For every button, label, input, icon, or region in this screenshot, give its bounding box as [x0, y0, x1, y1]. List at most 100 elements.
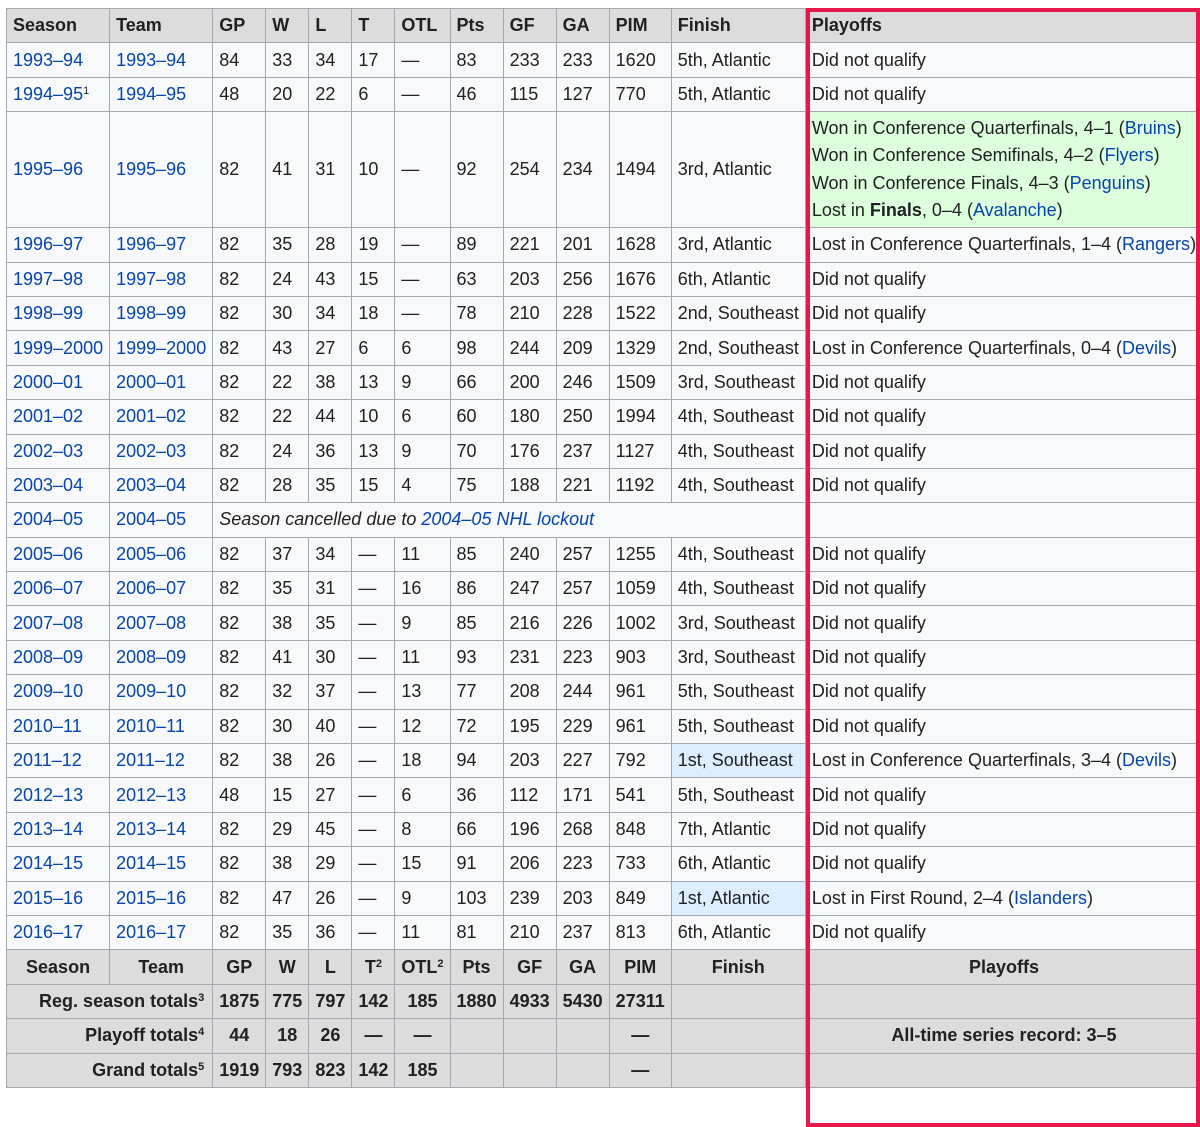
- footnote-marker[interactable]: 2: [437, 958, 443, 970]
- season-cell[interactable]: 1995–96: [7, 112, 110, 228]
- opponent-link[interactable]: Penguins: [1070, 173, 1145, 193]
- season-cell[interactable]: 1998–99: [7, 296, 110, 330]
- team-cell[interactable]: 1994–95: [110, 77, 213, 111]
- season-link[interactable]: 2016–17: [13, 922, 83, 942]
- season-link[interactable]: 2000–01: [13, 372, 83, 392]
- team-season-link[interactable]: 2006–07: [116, 578, 186, 598]
- season-cell[interactable]: 1999–2000: [7, 331, 110, 365]
- team-season-link[interactable]: 1993–94: [116, 50, 186, 70]
- team-season-link[interactable]: 1999–2000: [116, 338, 206, 358]
- footnote-marker[interactable]: 5: [198, 1061, 204, 1073]
- team-cell[interactable]: 2011–12: [110, 744, 213, 778]
- season-link[interactable]: 2007–08: [13, 613, 83, 633]
- season-link[interactable]: 1998–99: [13, 303, 83, 323]
- team-cell[interactable]: 2005–06: [110, 537, 213, 571]
- team-season-link[interactable]: 2016–17: [116, 922, 186, 942]
- team-cell[interactable]: 2008–09: [110, 640, 213, 674]
- season-link[interactable]: 2012–13: [13, 785, 83, 805]
- team-cell[interactable]: 1997–98: [110, 262, 213, 296]
- season-cell[interactable]: 2000–01: [7, 365, 110, 399]
- team-season-link[interactable]: 2000–01: [116, 372, 186, 392]
- footnote-marker[interactable]: 1: [83, 85, 89, 97]
- season-cell[interactable]: 2001–02: [7, 400, 110, 434]
- team-season-link[interactable]: 2009–10: [116, 681, 186, 701]
- season-link[interactable]: 2009–10: [13, 681, 83, 701]
- season-link[interactable]: 1995–96: [13, 159, 83, 179]
- team-season-link[interactable]: 2004–05: [116, 509, 186, 529]
- season-link[interactable]: 2001–02: [13, 406, 83, 426]
- season-link[interactable]: 1993–94: [13, 50, 83, 70]
- opponent-link[interactable]: Flyers: [1105, 145, 1154, 165]
- season-link[interactable]: 2005–06: [13, 544, 83, 564]
- season-link[interactable]: 2002–03: [13, 441, 83, 461]
- season-link[interactable]: 2013–14: [13, 819, 83, 839]
- season-cell[interactable]: 2016–17: [7, 915, 110, 949]
- team-cell[interactable]: 2004–05: [110, 503, 213, 537]
- season-link[interactable]: 2006–07: [13, 578, 83, 598]
- season-link[interactable]: 1996–97: [13, 234, 83, 254]
- team-season-link[interactable]: 1997–98: [116, 269, 186, 289]
- season-link[interactable]: 1999–2000: [13, 338, 103, 358]
- team-cell[interactable]: 1998–99: [110, 296, 213, 330]
- team-cell[interactable]: 1993–94: [110, 43, 213, 77]
- footnote-marker[interactable]: 3: [198, 992, 204, 1004]
- season-cell[interactable]: 2011–12: [7, 744, 110, 778]
- team-season-link[interactable]: 1996–97: [116, 234, 186, 254]
- team-season-link[interactable]: 2012–13: [116, 785, 186, 805]
- season-cell[interactable]: 1994–951: [7, 77, 110, 111]
- footnote-marker[interactable]: 2: [376, 958, 382, 970]
- season-cell[interactable]: 1996–97: [7, 228, 110, 262]
- team-cell[interactable]: 2015–16: [110, 881, 213, 915]
- season-cell[interactable]: 2010–11: [7, 709, 110, 743]
- lockout-link[interactable]: 2004–05 NHL lockout: [421, 509, 594, 529]
- team-cell[interactable]: 2012–13: [110, 778, 213, 812]
- team-season-link[interactable]: 2015–16: [116, 888, 186, 908]
- season-cell[interactable]: 2015–16: [7, 881, 110, 915]
- team-cell[interactable]: 2016–17: [110, 915, 213, 949]
- opponent-link[interactable]: Bruins: [1125, 118, 1176, 138]
- team-season-link[interactable]: 2002–03: [116, 441, 186, 461]
- footnote-marker[interactable]: 4: [198, 1026, 204, 1038]
- team-cell[interactable]: 1996–97: [110, 228, 213, 262]
- opponent-link[interactable]: Devils: [1122, 750, 1171, 770]
- team-season-link[interactable]: 1995–96: [116, 159, 186, 179]
- team-season-link[interactable]: 1998–99: [116, 303, 186, 323]
- season-cell[interactable]: 2006–07: [7, 572, 110, 606]
- season-cell[interactable]: 2005–06: [7, 537, 110, 571]
- season-cell[interactable]: 2009–10: [7, 675, 110, 709]
- team-season-link[interactable]: 2007–08: [116, 613, 186, 633]
- season-cell[interactable]: 2007–08: [7, 606, 110, 640]
- season-cell[interactable]: 1993–94: [7, 43, 110, 77]
- team-cell[interactable]: 2014–15: [110, 847, 213, 881]
- team-cell[interactable]: 2000–01: [110, 365, 213, 399]
- team-season-link[interactable]: 2005–06: [116, 544, 186, 564]
- team-season-link[interactable]: 2010–11: [116, 716, 185, 736]
- season-link[interactable]: 2004–05: [13, 509, 83, 529]
- season-cell[interactable]: 2004–05: [7, 503, 110, 537]
- opponent-link[interactable]: Avalanche: [973, 200, 1057, 220]
- team-cell[interactable]: 2013–14: [110, 812, 213, 846]
- season-cell[interactable]: 2008–09: [7, 640, 110, 674]
- team-cell[interactable]: 2010–11: [110, 709, 213, 743]
- team-cell[interactable]: 2006–07: [110, 572, 213, 606]
- season-link[interactable]: 2015–16: [13, 888, 83, 908]
- team-cell[interactable]: 2003–04: [110, 468, 213, 502]
- season-cell[interactable]: 2003–04: [7, 468, 110, 502]
- season-link[interactable]: 2008–09: [13, 647, 83, 667]
- season-cell[interactable]: 2014–15: [7, 847, 110, 881]
- season-cell[interactable]: 1997–98: [7, 262, 110, 296]
- season-cell[interactable]: 2013–14: [7, 812, 110, 846]
- team-cell[interactable]: 1999–2000: [110, 331, 213, 365]
- season-link[interactable]: 1997–98: [13, 269, 83, 289]
- team-cell[interactable]: 1995–96: [110, 112, 213, 228]
- opponent-link[interactable]: Rangers: [1122, 234, 1190, 254]
- team-season-link[interactable]: 2011–12: [116, 750, 185, 770]
- season-cell[interactable]: 2012–13: [7, 778, 110, 812]
- season-link[interactable]: 2014–15: [13, 853, 83, 873]
- team-season-link[interactable]: 1994–95: [116, 84, 186, 104]
- team-cell[interactable]: 2009–10: [110, 675, 213, 709]
- team-season-link[interactable]: 2001–02: [116, 406, 186, 426]
- season-link[interactable]: 2010–11: [13, 716, 82, 736]
- opponent-link[interactable]: Islanders: [1014, 888, 1087, 908]
- opponent-link[interactable]: Devils: [1122, 338, 1171, 358]
